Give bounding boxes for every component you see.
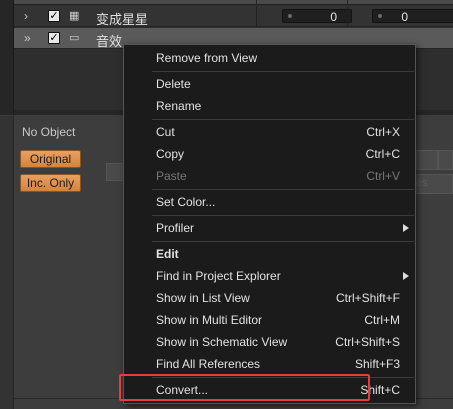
menu-item-label: Remove from View (156, 51, 258, 65)
menu-item-label: Find in Project Explorer (156, 269, 281, 283)
menu-item-label: Set Color... (156, 195, 216, 209)
menu-item-set-color[interactable]: Set Color... (124, 191, 415, 213)
row-name: 音效 (96, 35, 123, 50)
menu-item-label: Show in Multi Editor (156, 313, 263, 327)
menu-item-label: Rename (156, 99, 202, 113)
cell-separator (256, 6, 257, 27)
second-fader[interactable]: 0 (372, 9, 453, 24)
folder-icon: ▭ (69, 32, 80, 44)
menu-item-find-all-references[interactable]: Find All References Shift+F3 (124, 353, 415, 375)
property-field[interactable] (416, 150, 438, 170)
property-label: es (416, 177, 428, 189)
voice-volume-fader[interactable]: 0 (282, 9, 352, 24)
fader-dot-icon (288, 14, 292, 18)
menu-separator (152, 241, 414, 242)
menu-item-shortcut: Ctrl+C (365, 147, 400, 161)
menu-separator (152, 377, 414, 378)
menu-item-label: Convert... (156, 383, 209, 397)
tree-gutter (0, 0, 14, 115)
property-gutter (0, 116, 14, 409)
expand-arrow-icon[interactable]: › (24, 9, 28, 23)
menu-separator (152, 71, 414, 72)
menu-item-label: Cut (156, 125, 175, 139)
inc-only-button[interactable]: Inc. Only (20, 174, 81, 192)
grid-icon: ▦ (69, 10, 80, 22)
menu-item-cut[interactable]: Cut Ctrl+X (124, 121, 415, 143)
menu-separator (152, 119, 414, 120)
menu-item-label: Copy (156, 147, 185, 161)
submenu-arrow-icon (403, 272, 409, 280)
menu-separator (152, 189, 414, 190)
menu-item-show-in-list-view[interactable]: Show in List View Ctrl+Shift+F (124, 287, 415, 309)
menu-item-shortcut: Ctrl+M (364, 313, 400, 327)
menu-item-delete[interactable]: Delete (124, 73, 415, 95)
menu-item-label: Show in Schematic View (156, 335, 288, 349)
menu-item-find-in-project-explorer[interactable]: Find in Project Explorer (124, 265, 415, 287)
menu-item-paste: Paste Ctrl+V (124, 165, 415, 187)
menu-item-shortcut: Ctrl+Shift+S (335, 335, 400, 349)
submenu-arrow-icon (403, 224, 409, 232)
menu-item-convert[interactable]: Convert... Shift+C (124, 379, 415, 401)
row-checkbox[interactable]: ✓ (48, 10, 60, 22)
header-separator[interactable] (347, 0, 348, 5)
menu-item-shortcut: Ctrl+V (366, 169, 400, 183)
row-name: 变成星星 (96, 13, 149, 28)
tree-row[interactable]: › ✓ ▦ 变成星星 0 0 (14, 6, 453, 28)
menu-separator (152, 215, 414, 216)
property-field[interactable] (438, 150, 453, 170)
menu-item-remove-from-view[interactable]: Remove from View (124, 47, 415, 69)
menu-item-edit[interactable]: Edit (124, 243, 415, 265)
menu-item-copy[interactable]: Copy Ctrl+C (124, 143, 415, 165)
fader-dot-icon (378, 14, 382, 18)
menu-item-shortcut: Ctrl+Shift+F (335, 291, 400, 305)
tree-header (14, 0, 453, 5)
menu-item-label: Find All References (156, 357, 261, 371)
menu-item-rename[interactable]: Rename (124, 95, 415, 117)
menu-item-show-in-multi-editor[interactable]: Show in Multi Editor Ctrl+M (124, 309, 415, 331)
menu-item-shortcut: Shift+F3 (354, 357, 400, 371)
row-checkbox[interactable]: ✓ (48, 32, 60, 44)
property-title: No Object (22, 125, 76, 139)
menu-item-label: Delete (156, 77, 191, 91)
property-field[interactable] (106, 163, 124, 181)
context-menu: Remove from View Delete Rename Cut Ctrl+X… (123, 44, 416, 404)
menu-item-label: Show in List View (156, 291, 250, 305)
menu-item-shortcut: Ctrl+X (366, 125, 400, 139)
menu-item-label: Profiler (156, 221, 195, 235)
menu-item-label: Paste (156, 169, 187, 183)
fader-value: 0 (330, 10, 337, 24)
menu-item-shortcut: Shift+C (360, 383, 400, 397)
expand-arrow-icon[interactable]: » (24, 31, 31, 45)
header-separator[interactable] (256, 0, 257, 5)
menu-item-show-in-schematic-view[interactable]: Show in Schematic View Ctrl+Shift+S (124, 331, 415, 353)
fader-value: 0 (401, 10, 408, 24)
original-button[interactable]: Original (20, 150, 81, 168)
menu-item-label: Edit (156, 247, 179, 261)
menu-item-profiler[interactable]: Profiler (124, 217, 415, 239)
